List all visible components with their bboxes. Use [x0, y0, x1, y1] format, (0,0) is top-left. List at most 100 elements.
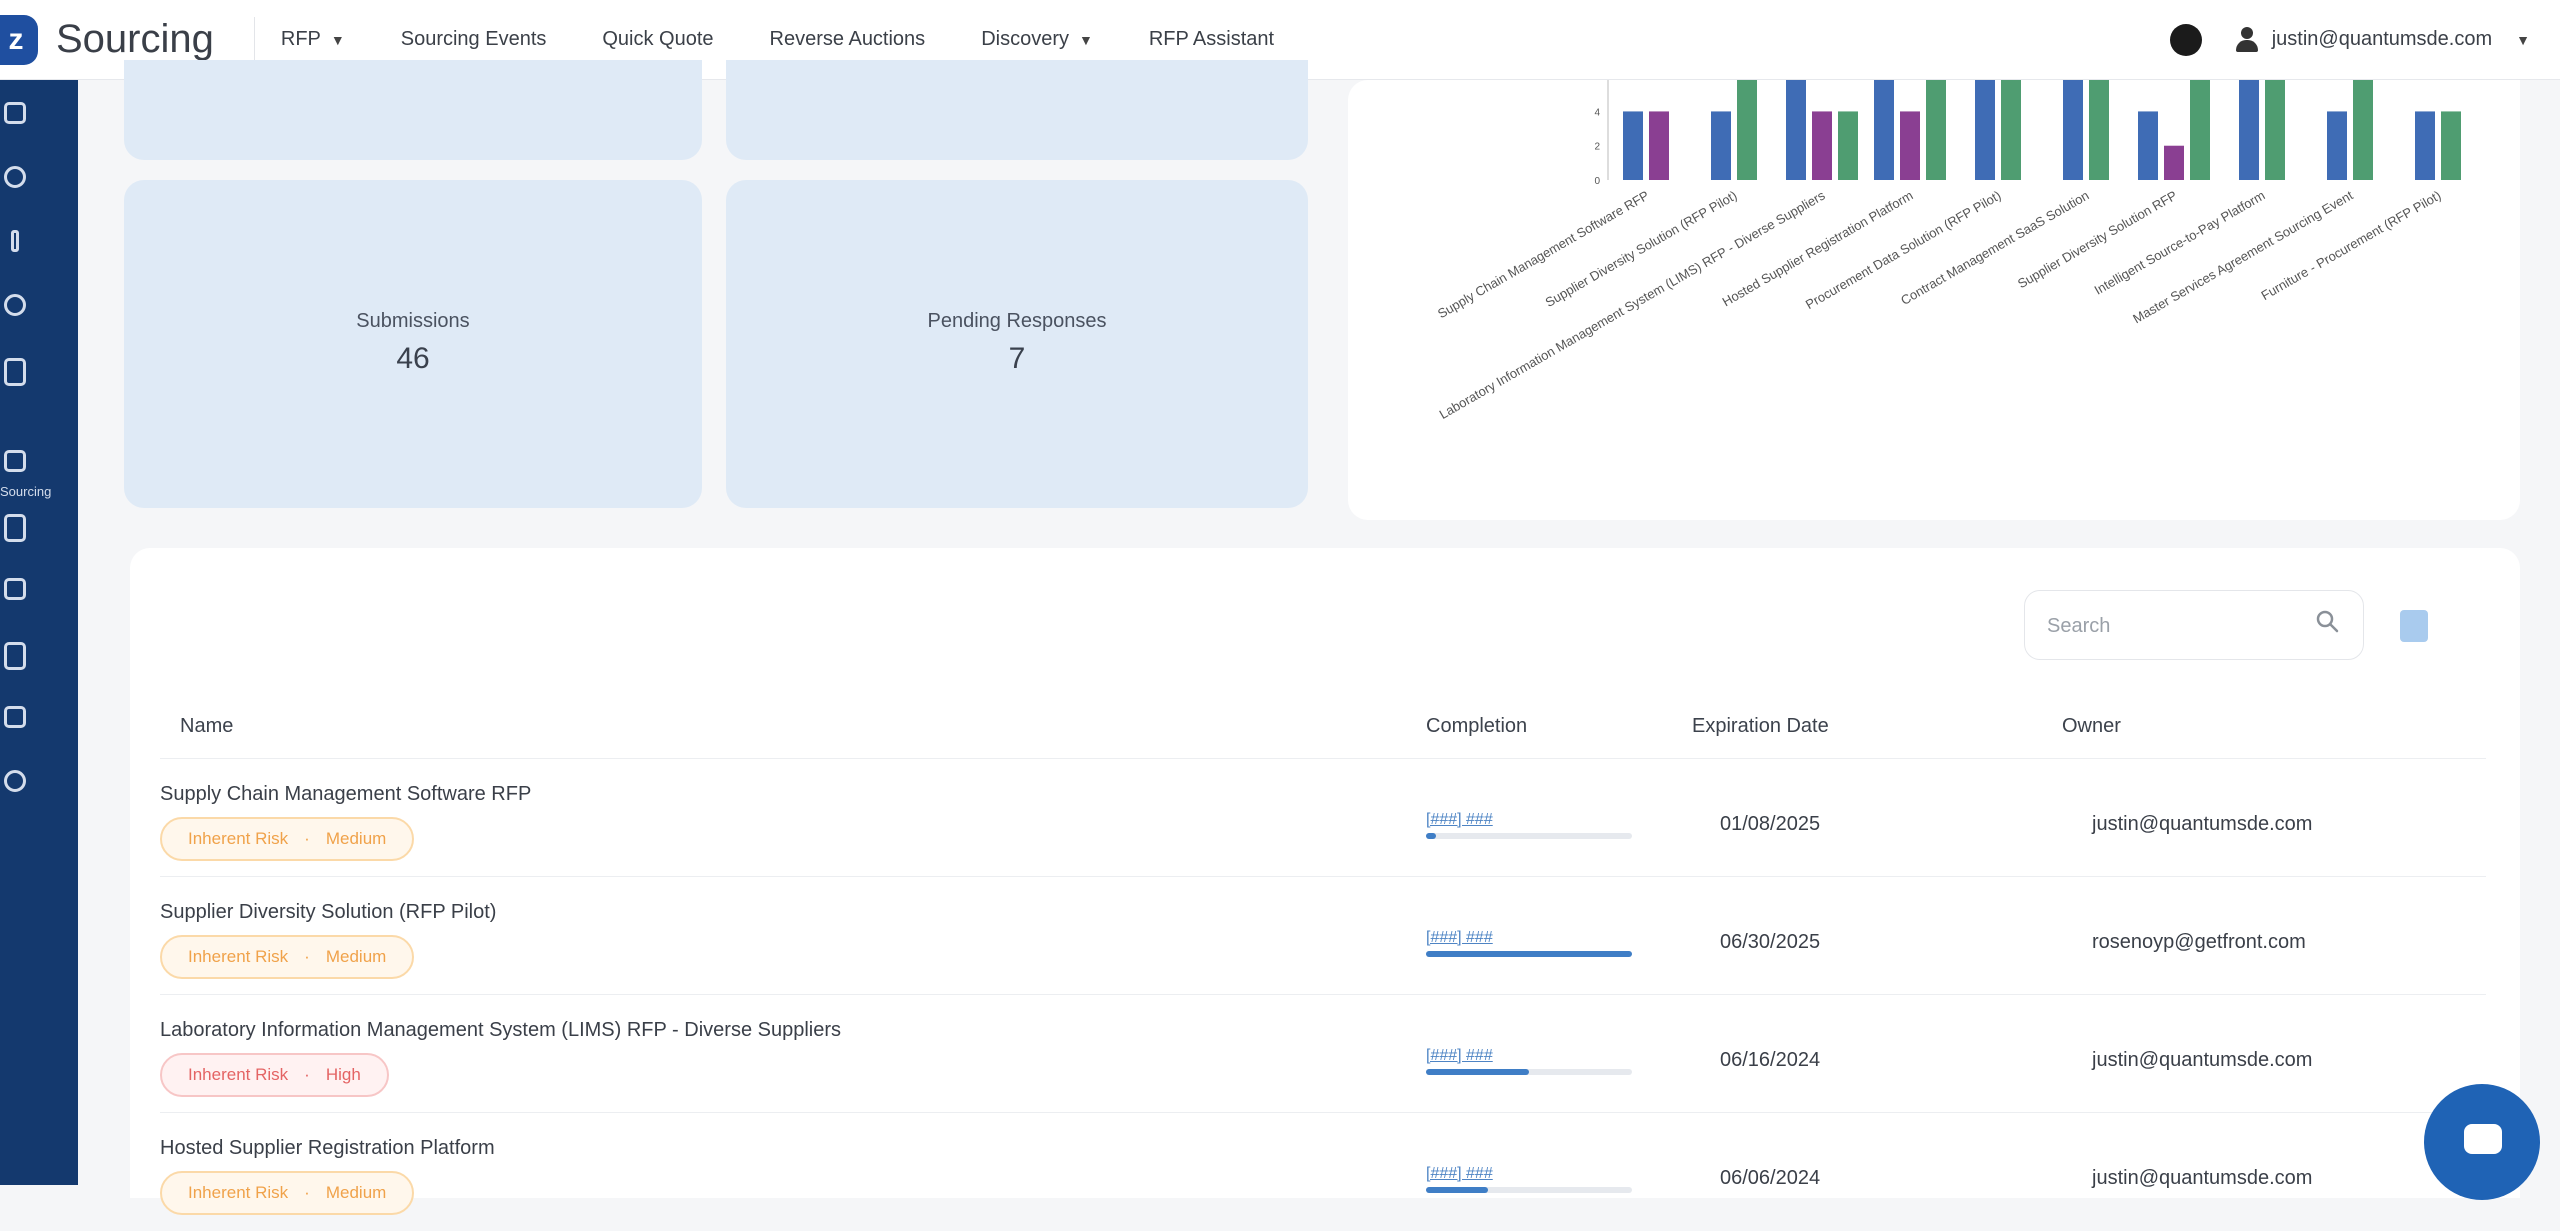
x-tick-label: Supplier Diversity Solution RFP [2015, 188, 2180, 292]
progress-fill [1426, 833, 1437, 839]
sidebar: Sourcing [0, 80, 78, 1185]
chart-bar[interactable] [2138, 111, 2158, 180]
user-menu[interactable]: justin@quantumsde.com [2272, 28, 2492, 51]
search-box [2024, 590, 2364, 660]
nav-item-rfp[interactable]: RFP ▼ [281, 28, 345, 51]
rfp-table-panel: Name Completion Expiration Date Owner Su… [130, 548, 2520, 1215]
clock-icon[interactable] [4, 294, 26, 316]
chart-bar[interactable] [1649, 111, 1669, 180]
chart-bar[interactable] [1786, 60, 1806, 180]
badge-separator: · [304, 1183, 310, 1202]
nav-item-quick-quote[interactable]: Quick Quote [602, 28, 713, 51]
owner-email: rosenoyp@getfront.com [2092, 931, 2306, 953]
nav-item-rfp-assistant[interactable]: RFP Assistant [1149, 28, 1274, 51]
completion-link[interactable]: [###] ### [1426, 929, 1493, 947]
completion-link[interactable]: [###] ### [1426, 1047, 1493, 1065]
chart-bar[interactable] [2353, 60, 2373, 180]
chart-bar[interactable] [2265, 60, 2285, 180]
risk-level: Medium [325, 829, 387, 848]
table-row[interactable]: Hosted Supplier Registration Platform Inh… [160, 1112, 2486, 1231]
x-tick-label: Furniture - Procurement (RFP Pilot) [2259, 188, 2444, 303]
progress-fill [1426, 951, 1632, 957]
nav-item-label: RFP Assistant [1148, 28, 1275, 50]
globe-icon[interactable] [4, 166, 26, 188]
owner-email: justin@quantumsde.com [2092, 813, 2313, 835]
expiration-date: 06/16/2024 [1720, 1049, 1821, 1071]
chevron-down-icon[interactable]: ▼ [2516, 32, 2530, 48]
chat-button[interactable] [2424, 1084, 2540, 1200]
clipboard-icon[interactable] [4, 514, 26, 542]
table-row[interactable]: Laboratory Information Management System… [160, 994, 2486, 1113]
nav-item-discovery[interactable]: Discovery ▼ [981, 28, 1093, 51]
risk-badge: Inherent Risk · Medium [160, 935, 415, 979]
nav-item-label: Reverse Auctions [769, 28, 926, 50]
chart-bar[interactable] [1900, 111, 1920, 180]
brand-title: Sourcing [56, 17, 214, 61]
chart-bar[interactable] [2441, 111, 2461, 180]
risk-label: Inherent Risk [188, 1065, 289, 1084]
bar-chart: 024Supply Chain Management Software RFPS… [1435, 60, 2461, 422]
nav-item-sourcing-events[interactable]: Sourcing Events [401, 28, 547, 51]
nav-item-reverse-auctions[interactable]: Reverse Auctions [770, 28, 926, 51]
info-icon[interactable] [11, 230, 19, 252]
support-icon[interactable] [4, 770, 26, 792]
file-icon[interactable] [4, 642, 26, 670]
nav-item-label: Sourcing Events [400, 28, 547, 50]
risk-badge: Inherent Risk · High [160, 1053, 389, 1097]
search-input[interactable] [2045, 605, 2299, 647]
theme-toggle-icon[interactable] [2169, 23, 2202, 56]
completion-progress [1426, 951, 1632, 957]
chart-bar[interactable] [2327, 111, 2347, 180]
chart-bar[interactable] [1926, 77, 1946, 180]
column-header-completion[interactable]: Completion [1426, 715, 1527, 738]
column-header-owner[interactable]: Owner [2062, 715, 2121, 738]
chart-bar[interactable] [2001, 60, 2021, 180]
document-icon[interactable] [4, 358, 26, 386]
scissors-icon[interactable] [4, 578, 26, 600]
chart-bar[interactable] [2190, 77, 2210, 180]
chart-bar[interactable] [2239, 60, 2259, 180]
chart-bar[interactable] [2164, 145, 2184, 180]
warehouse-icon[interactable] [4, 450, 26, 472]
chart-bar[interactable] [1623, 111, 1643, 180]
stat-card-pending-responses[interactable]: Pending Responses 7 [726, 180, 1308, 508]
risk-label: Inherent Risk [188, 829, 289, 848]
chart-bar[interactable] [1812, 111, 1832, 180]
risk-badge: Inherent Risk · Medium [160, 1171, 415, 1215]
column-header-name[interactable]: Name [180, 715, 233, 738]
column-settings-icon[interactable] [2400, 610, 2428, 642]
chart-bar[interactable] [1874, 60, 1894, 180]
chart-bar[interactable] [2415, 111, 2435, 180]
column-header-expiration-date[interactable]: Expiration Date [1692, 715, 1829, 738]
table-row[interactable]: Supply Chain Management Software RFP Inhe… [160, 758, 2486, 877]
chart-bar[interactable] [1737, 60, 1757, 180]
stat-card-value: 7 [1008, 342, 1026, 375]
chart-bar[interactable] [2089, 60, 2109, 180]
table-row[interactable]: Supplier Diversity Solution (RFP Pilot) I… [160, 876, 2486, 995]
risk-label: Inherent Risk [188, 1183, 289, 1202]
x-tick-label: Laboratory Information Management System… [1437, 187, 1828, 422]
stat-card [124, 60, 702, 160]
badge-separator: · [304, 947, 310, 966]
row-name[interactable]: Hosted Supplier Registration Platform [160, 1137, 495, 1160]
chart-panel: 0 2 4 Supply Chain Management Software RFP S… [1348, 60, 2520, 520]
chart-bar[interactable] [1975, 60, 1995, 180]
owner-email: justin@quantumsde.com [2092, 1049, 2313, 1071]
stat-card-value: 46 [396, 342, 430, 375]
logo-icon[interactable]: z [0, 14, 38, 65]
completion-link[interactable]: [###] ### [1426, 1165, 1493, 1183]
row-name[interactable]: Supply Chain Management Software RFP [160, 783, 531, 806]
chart-bar[interactable] [2063, 60, 2083, 180]
chart-bar[interactable] [1711, 111, 1731, 180]
stat-card-title: Submissions [356, 310, 470, 332]
row-name[interactable]: Supplier Diversity Solution (RFP Pilot) [160, 901, 496, 924]
chart-bar[interactable] [1838, 111, 1858, 180]
calendar-icon[interactable] [4, 706, 26, 728]
stat-card-submissions[interactable]: Submissions 46 [124, 180, 702, 508]
search-icon[interactable] [2315, 609, 2339, 633]
row-name[interactable]: Laboratory Information Management System… [160, 1019, 841, 1042]
completion-link[interactable]: [###] ### [1426, 811, 1493, 829]
home-icon[interactable] [4, 102, 26, 124]
risk-level: Medium [325, 947, 387, 966]
completion-progress [1426, 1187, 1632, 1193]
